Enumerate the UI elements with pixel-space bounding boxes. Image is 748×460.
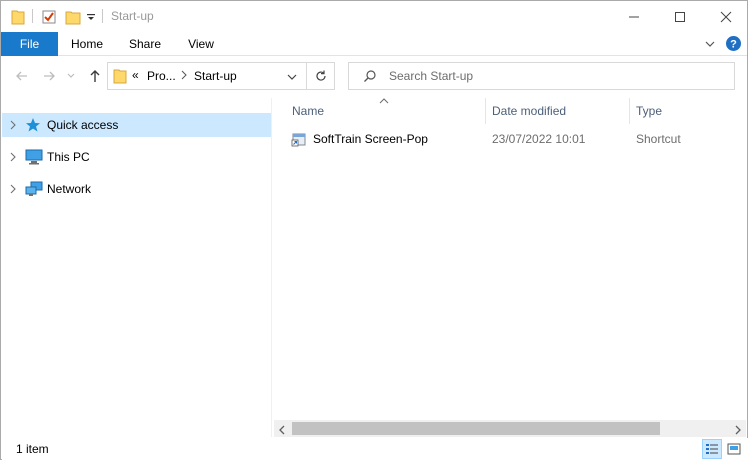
ribbon-tabs: File Home Share View ? — [1, 32, 747, 56]
new-folder-icon[interactable] — [65, 1, 81, 32]
column-divider[interactable] — [485, 98, 486, 124]
nav-item-this-pc[interactable]: This PC — [2, 145, 271, 169]
window-title: Start-up — [111, 9, 154, 23]
tab-view[interactable]: View — [176, 32, 226, 56]
folder-icon — [113, 68, 127, 87]
nav-item-label: This PC — [47, 150, 90, 164]
computer-icon — [25, 149, 43, 168]
breadcrumb-item[interactable]: Pro... — [147, 69, 176, 83]
scrollbar-thumb[interactable] — [292, 422, 660, 435]
navigation-pane: Quick access This PC Network — [2, 98, 272, 437]
expand-chevron-icon[interactable] — [8, 151, 18, 166]
nav-item-label: Network — [47, 182, 92, 196]
forward-button[interactable] — [38, 65, 60, 87]
file-date-modified: 23/07/2022 10:01 — [492, 132, 586, 146]
nav-item-network[interactable]: Network — [2, 177, 271, 201]
minimize-button[interactable] — [611, 1, 657, 32]
status-bar: 1 item — [2, 438, 748, 460]
properties-icon[interactable] — [41, 1, 57, 32]
file-type: Shortcut — [636, 132, 681, 146]
search-box[interactable]: Search Start-up — [348, 62, 735, 90]
maximize-button[interactable] — [657, 1, 703, 32]
breadcrumb-current[interactable]: Start-up — [194, 69, 237, 83]
star-icon — [25, 117, 41, 136]
up-button[interactable] — [84, 65, 106, 87]
large-icons-view-icon — [727, 443, 741, 455]
network-icon — [25, 181, 43, 200]
file-row[interactable]: SoftTrain Screen-Pop 23/07/2022 10:01 Sh… — [285, 127, 745, 151]
back-button[interactable] — [11, 65, 33, 87]
item-count: 1 item — [16, 442, 49, 456]
tab-home[interactable]: Home — [62, 32, 112, 56]
folder-icon — [11, 1, 25, 32]
nav-item-quick-access[interactable]: Quick access — [2, 113, 271, 137]
large-icons-view-button[interactable] — [724, 439, 744, 459]
column-divider[interactable] — [629, 98, 630, 124]
column-header-date-modified[interactable]: Date modified — [492, 98, 566, 124]
search-placeholder: Search Start-up — [389, 69, 474, 83]
nav-item-label: Quick access — [47, 118, 119, 132]
column-header-name[interactable]: Name — [292, 98, 324, 124]
close-button[interactable] — [703, 1, 748, 32]
details-view-icon — [706, 444, 718, 454]
refresh-button[interactable] — [307, 62, 335, 90]
customize-quick-access-dropdown-icon[interactable] — [86, 1, 96, 32]
help-icon[interactable]: ? — [725, 35, 742, 55]
title-bar: Start-up — [1, 1, 747, 32]
tab-file[interactable]: File — [1, 32, 58, 56]
address-dropdown-icon[interactable] — [286, 71, 298, 86]
shortcut-icon — [291, 131, 307, 150]
expand-chevron-icon[interactable] — [8, 183, 18, 198]
breadcrumb-overflow[interactable]: « — [132, 68, 139, 82]
details-view-button[interactable] — [702, 439, 722, 459]
scroll-right-icon[interactable] — [734, 424, 742, 438]
sort-ascending-icon — [379, 94, 389, 108]
svg-text:?: ? — [730, 39, 737, 51]
column-header-type[interactable]: Type — [636, 98, 662, 124]
horizontal-scrollbar[interactable] — [274, 420, 746, 437]
expand-chevron-icon[interactable] — [8, 119, 18, 134]
explorer-window: Start-up File Home Share View ? « Pro...… — [0, 0, 748, 460]
recent-locations-icon[interactable] — [63, 65, 79, 87]
refresh-icon — [315, 70, 326, 81]
tab-share[interactable]: Share — [120, 32, 170, 56]
file-name[interactable]: SoftTrain Screen-Pop — [313, 132, 428, 146]
breadcrumb-separator-icon — [180, 69, 188, 84]
search-icon — [363, 69, 377, 86]
expand-ribbon-icon[interactable] — [703, 37, 717, 54]
address-bar[interactable]: « Pro... Start-up — [107, 62, 307, 90]
scroll-left-icon[interactable] — [278, 424, 286, 438]
